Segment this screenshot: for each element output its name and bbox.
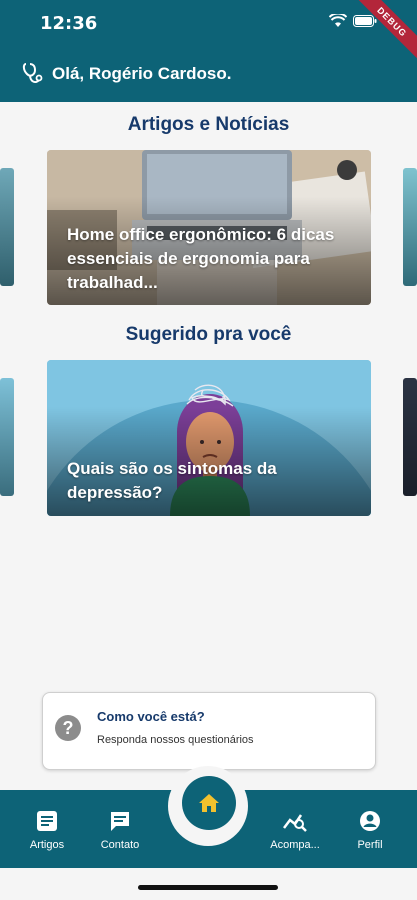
battery-icon — [353, 15, 377, 27]
suggested-card-previous[interactable] — [0, 378, 14, 496]
status-icons — [329, 14, 377, 28]
greeting: Olá, Rogério Cardoso. — [22, 62, 231, 86]
nav-item-perfil[interactable]: Perfil — [335, 810, 405, 851]
article-card-title: Home office ergonômico: 6 dicas essencia… — [67, 225, 335, 292]
system-nav-area — [0, 868, 417, 900]
nav-label-perfil: Perfil — [357, 839, 383, 851]
section-title-articles: Artigos e Notícias — [127, 114, 290, 135]
nav-item-artigos[interactable]: Artigos — [12, 810, 82, 851]
home-indicator[interactable] — [138, 885, 278, 890]
suggested-card-next[interactable] — [403, 378, 417, 496]
nav-label-acompanhamento: Acompa... — [270, 839, 320, 851]
home-button[interactable] — [182, 776, 236, 830]
profile-icon — [360, 811, 380, 831]
nav-item-contato[interactable]: Contato — [85, 810, 155, 851]
nav-item-acompanhamento[interactable]: Acompa... — [260, 810, 330, 851]
chat-icon — [111, 812, 129, 831]
app-header: 12:36 DEBUG Olá, Rogério Cardoso. — [0, 0, 417, 102]
nav-label-contato: Contato — [100, 839, 140, 851]
article-icon — [37, 811, 57, 831]
section-title-suggested: Sugerido pra você — [125, 324, 292, 345]
wifi-icon — [329, 14, 347, 27]
article-card-previous[interactable] — [0, 168, 14, 286]
stethoscope-icon — [22, 63, 43, 84]
mood-subtitle: Responda nossos questionários — [97, 734, 254, 746]
article-card-next[interactable] — [403, 168, 417, 286]
suggested-card[interactable]: Quais são os sintomas da depressão? — [47, 360, 371, 516]
article-card[interactable]: Home office ergonômico: 6 dicas essencia… — [47, 150, 371, 305]
debug-ribbon: DEBUG — [347, 0, 417, 67]
suggested-card-title: Quais são os sintomas da depressão? — [67, 459, 277, 502]
tracking-icon — [283, 814, 307, 832]
mood-title: Como você está? — [97, 709, 205, 724]
status-time: 12:36 — [40, 13, 98, 34]
mood-questionnaire-card[interactable]: ? Como você está? Responda nossos questi… — [42, 692, 376, 770]
greeting-text: Olá, Rogério Cardoso. — [52, 64, 232, 83]
home-icon — [199, 794, 219, 812]
nav-label-artigos: Artigos — [29, 839, 65, 851]
question-icon: ? — [55, 715, 81, 741]
